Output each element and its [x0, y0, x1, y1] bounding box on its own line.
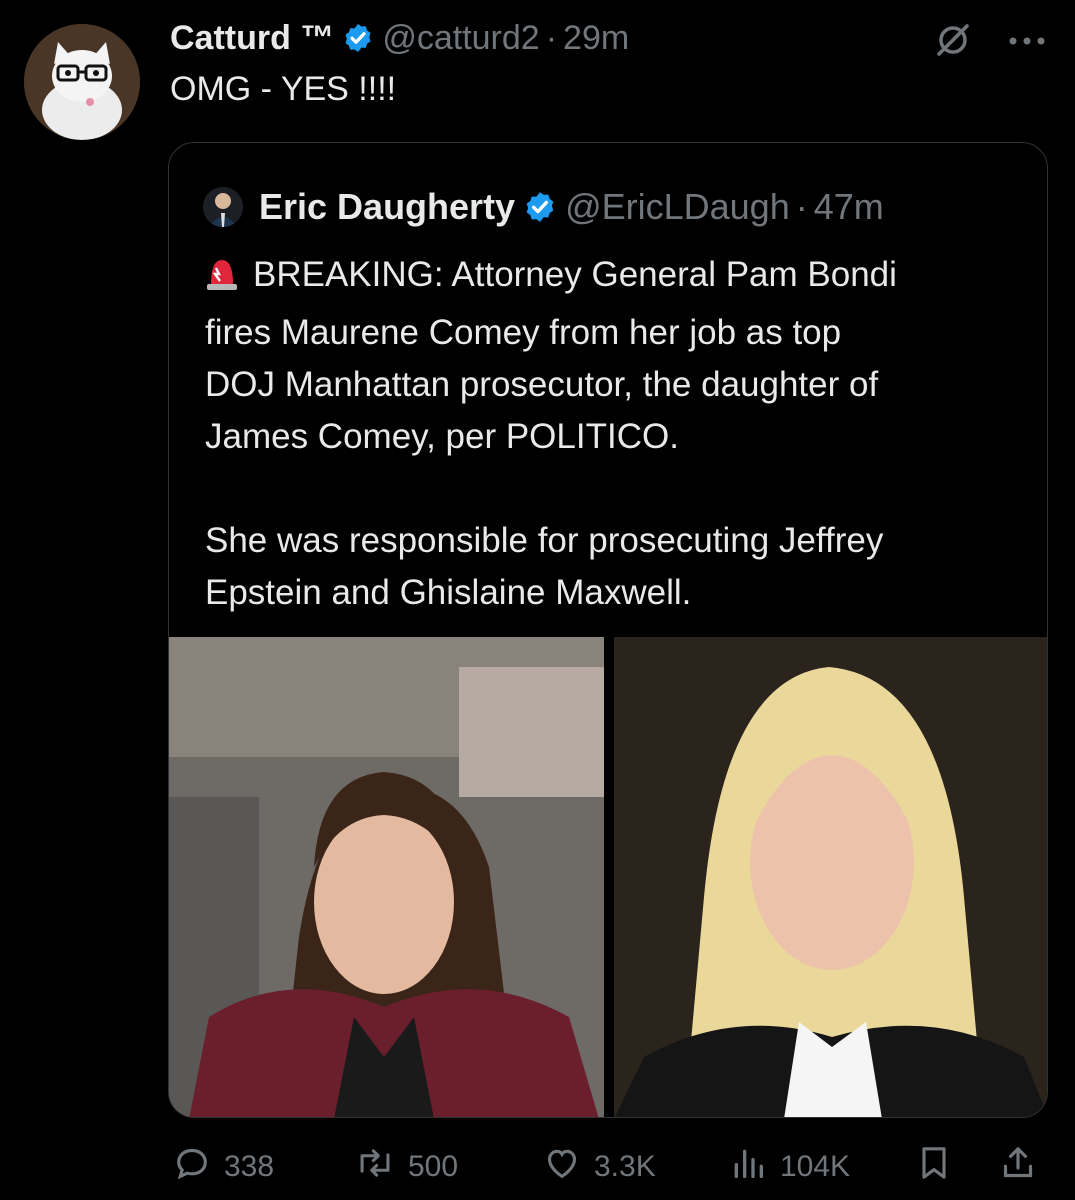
reply-count: 338 — [224, 1150, 275, 1183]
header-separator: · — [545, 18, 558, 57]
reply-icon — [172, 1143, 212, 1191]
share-icon — [998, 1142, 1038, 1192]
repost-count: 500 — [408, 1150, 459, 1183]
reply-button[interactable]: 338 — [172, 1140, 274, 1194]
grok-icon[interactable] — [933, 20, 973, 65]
quote-line: She was responsible for prosecuting Jeff… — [205, 521, 884, 560]
tweet-text: OMG - YES !!!! — [170, 70, 397, 108]
media-photo-right[interactable] — [614, 637, 1047, 1117]
tweet-top-actions — [933, 20, 1047, 65]
views-count: 104K — [780, 1150, 851, 1183]
views-chart-icon — [728, 1143, 768, 1191]
quote-author-name[interactable]: Eric Daugherty — [259, 186, 515, 228]
bookmark-icon — [914, 1142, 954, 1192]
quote-text: BREAKING: Attorney General Pam Bondi fir… — [205, 249, 1025, 619]
tweet-action-bar: 338 500 3.3K 104K — [168, 1140, 1048, 1194]
quoted-tweet[interactable]: Eric Daugherty @EricLDaugh · 47m BREAKIN… — [168, 142, 1048, 1118]
views-button[interactable]: 104K — [728, 1140, 850, 1194]
quote-media — [169, 637, 1047, 1117]
quote-line: fires Maurene Comey from her job as top — [205, 313, 842, 352]
verified-badge-icon — [523, 190, 557, 224]
quote-author-handle[interactable]: @EricLDaugh — [565, 186, 790, 228]
quote-line: Epstein and Ghislaine Maxwell. — [205, 573, 692, 612]
tweet-timestamp[interactable]: 29m — [563, 19, 629, 58]
heart-icon — [542, 1143, 582, 1191]
quote-line: BREAKING: Attorney General Pam Bondi — [205, 249, 1025, 307]
quote-header: Eric Daugherty @EricLDaugh · 47m — [203, 183, 884, 231]
like-count: 3.3K — [594, 1150, 656, 1183]
bookmark-button[interactable] — [914, 1140, 954, 1194]
share-button[interactable] — [998, 1140, 1038, 1194]
verified-badge-icon — [342, 22, 374, 54]
like-button[interactable]: 3.3K — [542, 1140, 656, 1194]
author-avatar[interactable] — [24, 24, 140, 140]
author-name[interactable]: Catturd ™ — [170, 19, 334, 58]
siren-emoji-icon — [205, 254, 239, 307]
repost-icon — [354, 1143, 396, 1191]
quote-header-separator: · — [795, 186, 808, 227]
quote-author-avatar[interactable] — [203, 187, 243, 227]
quote-timestamp[interactable]: 47m — [814, 186, 884, 228]
tweet-header: Catturd ™ @catturd2 · 29m — [170, 16, 629, 60]
author-handle[interactable]: @catturd2 — [382, 19, 539, 58]
quote-line: DOJ Manhattan prosecutor, the daughter o… — [205, 365, 879, 404]
quote-line: James Comey, per POLITICO. — [205, 417, 679, 456]
media-photo-left[interactable] — [169, 637, 604, 1117]
repost-button[interactable]: 500 — [354, 1140, 458, 1194]
more-icon[interactable] — [1007, 34, 1047, 52]
